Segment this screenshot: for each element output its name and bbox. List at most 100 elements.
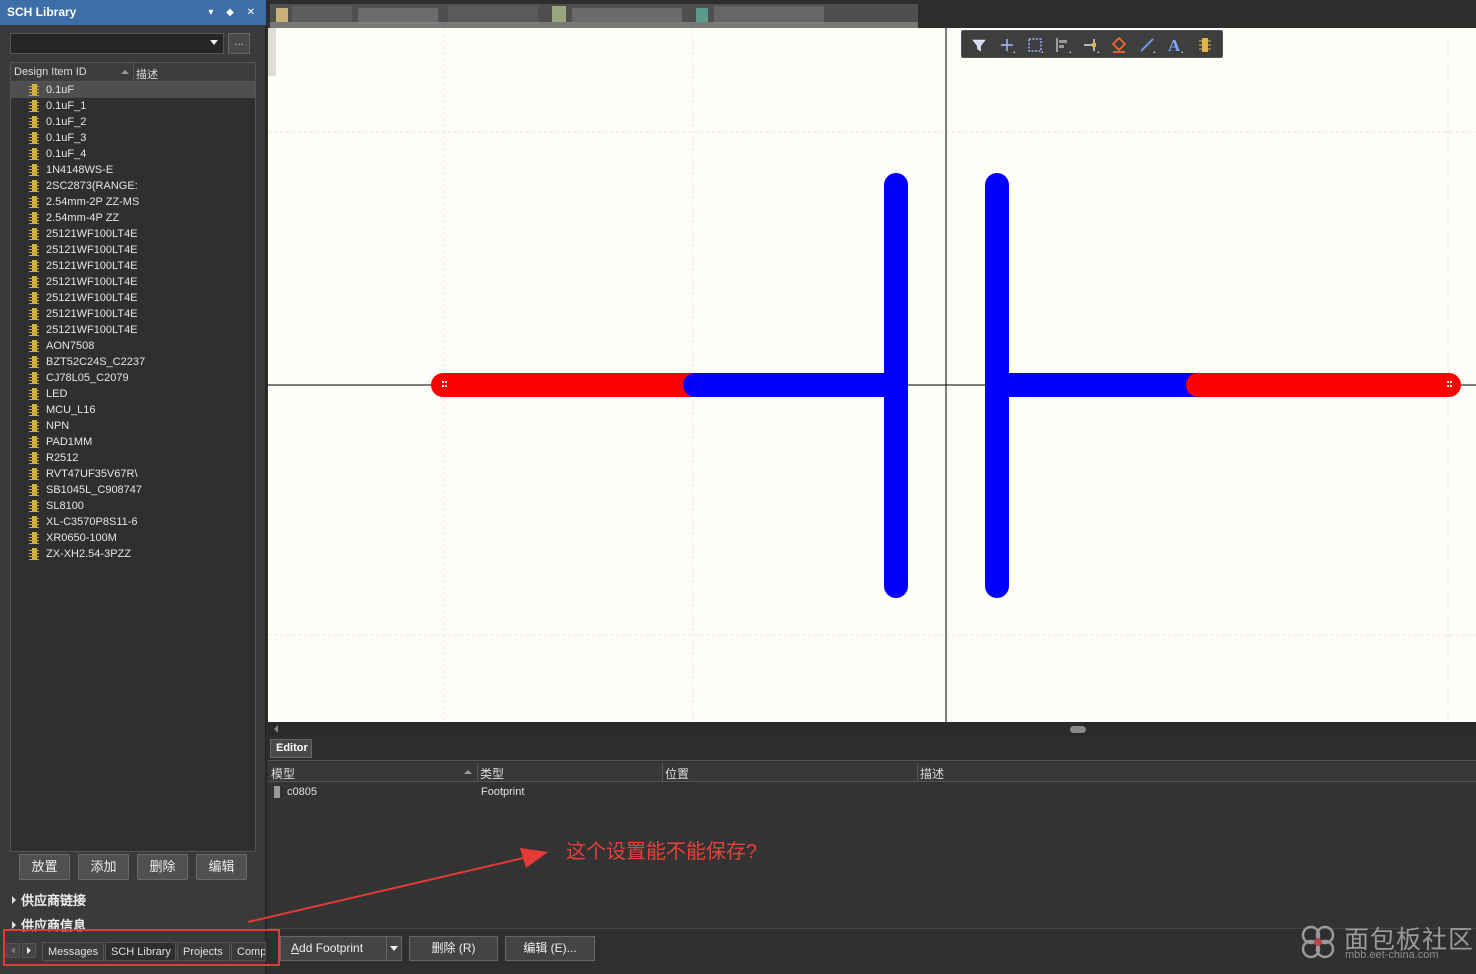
- section-supplier-links-label: 供应商链接: [21, 893, 87, 908]
- filter-browse-button[interactable]: ...: [228, 33, 250, 54]
- column-desc[interactable]: 描述: [136, 66, 158, 82]
- list-item[interactable]: RVT47UF35V67R\: [11, 466, 171, 482]
- list-item[interactable]: LED: [11, 386, 171, 402]
- delete-footprint-button[interactable]: 删除 (R): [409, 936, 498, 961]
- list-item-label: PAD1MM: [46, 436, 93, 448]
- list-item[interactable]: 25121WF100LT4E: [11, 322, 171, 338]
- component-icon[interactable]: [1195, 35, 1215, 55]
- list-item[interactable]: XL-C3570P8S11-6: [11, 514, 171, 530]
- panel-controls[interactable]: ▾ ◆ ✕: [208, 0, 260, 25]
- list-item-label: 2SC2873(RANGE:: [46, 180, 138, 192]
- column-design-item-id[interactable]: Design Item ID: [14, 66, 87, 78]
- list-item[interactable]: SB1045L_C908747: [11, 482, 171, 498]
- list-item-label: SB1045L_C908747: [46, 484, 143, 496]
- column-location[interactable]: 位置: [665, 765, 689, 782]
- list-header: Design Item ID 描述: [11, 63, 255, 82]
- list-item-label: 2.54mm-2P ZZ-MS: [46, 196, 140, 208]
- list-item[interactable]: 2.54mm-2P ZZ-MS: [11, 194, 171, 210]
- list-item[interactable]: BZT52C24S_C2237: [11, 354, 171, 370]
- list-item-label: BZT52C24S_C2237: [46, 356, 146, 368]
- panel-title: SCH Library: [7, 5, 77, 19]
- text-icon[interactable]: A: [1165, 35, 1185, 55]
- column-model[interactable]: 模型: [271, 765, 295, 782]
- list-item-label: 0.1uF_4: [46, 148, 87, 160]
- chevron-down-icon[interactable]: [210, 40, 218, 45]
- library-list[interactable]: Design Item ID 描述 0.1uF 0.1uF_1 0.1uF_2 0.1…: [10, 62, 256, 852]
- list-item-label: 0.1uF: [46, 84, 75, 96]
- schematic-canvas[interactable]: [268, 28, 1476, 722]
- list-item[interactable]: 25121WF100LT4E: [11, 290, 171, 306]
- list-item-label: ZX-XH2.54-3PZZ: [46, 548, 131, 560]
- align-icon[interactable]: [1053, 35, 1073, 55]
- list-item[interactable]: CJ78L05_C2079: [11, 370, 171, 386]
- list-item[interactable]: MCU_L16: [11, 402, 171, 418]
- canvas-horizontal-scrollbar[interactable]: [268, 722, 1476, 736]
- active-bar-toolbar: A: [961, 30, 1223, 58]
- column-type[interactable]: 类型: [480, 765, 504, 782]
- line-icon[interactable]: [1137, 35, 1157, 55]
- column-desc[interactable]: 描述: [920, 765, 944, 782]
- chevron-down-icon[interactable]: [386, 937, 401, 960]
- cross-icon[interactable]: [997, 35, 1017, 55]
- list-item[interactable]: R2512: [11, 450, 171, 466]
- component-icon: [29, 372, 39, 384]
- scroll-left-icon[interactable]: [274, 725, 278, 733]
- list-item-label: 25121WF100LT4E: [46, 276, 138, 288]
- component-icon: [29, 180, 39, 192]
- list-item[interactable]: 2.54mm-4P ZZ: [11, 210, 171, 226]
- select-rect-icon[interactable]: [1025, 35, 1045, 55]
- edit-button[interactable]: 编辑: [196, 854, 247, 880]
- list-item[interactable]: 2SC2873(RANGE:: [11, 178, 171, 194]
- list-item[interactable]: 1N4148WS-E: [11, 162, 171, 178]
- filter-icon[interactable]: [969, 35, 989, 55]
- add-footprint-button[interactable]: Add Footprint: [280, 936, 402, 961]
- filter-combo[interactable]: [10, 33, 224, 54]
- table-row[interactable]: c0805 Footprint: [268, 784, 1476, 800]
- component-icon: [29, 404, 39, 416]
- place-pin-icon[interactable]: [1081, 35, 1101, 55]
- list-item[interactable]: 25121WF100LT4E: [11, 274, 171, 290]
- list-item-label: SL8100: [46, 500, 84, 512]
- list-item[interactable]: SL8100: [11, 498, 171, 514]
- highlight-box: [3, 929, 280, 966]
- column-separator: [662, 763, 663, 782]
- list-item[interactable]: 0.1uF_3: [11, 130, 171, 146]
- expand-arrow-icon[interactable]: [12, 896, 16, 904]
- component-icon: [29, 196, 39, 208]
- place-button[interactable]: 放置: [19, 854, 70, 880]
- component-icon: [29, 340, 39, 352]
- component-icon: [29, 116, 39, 128]
- canvas-drawing: [268, 28, 1476, 722]
- list-item[interactable]: NPN: [11, 418, 171, 434]
- list-item[interactable]: XR0650-100M: [11, 530, 171, 546]
- add-button[interactable]: 添加: [78, 854, 129, 880]
- component-icon: [29, 148, 39, 160]
- list-item[interactable]: 25121WF100LT4E: [11, 306, 171, 322]
- paint-icon[interactable]: [1109, 35, 1129, 55]
- component-icon: [29, 548, 39, 560]
- component-icon: [29, 212, 39, 224]
- expand-arrow-icon[interactable]: [12, 921, 16, 929]
- editor-tab[interactable]: Editor: [270, 739, 312, 758]
- list-item-label: R2512: [46, 452, 79, 464]
- component-icon: [29, 244, 39, 256]
- list-item[interactable]: 25121WF100LT4E: [11, 226, 171, 242]
- component-icon: [29, 164, 39, 176]
- list-item[interactable]: AON7508: [11, 338, 171, 354]
- edit-footprint-button[interactable]: 编辑 (E)...: [505, 936, 595, 961]
- list-item-label: 0.1uF_3: [46, 132, 87, 144]
- list-item[interactable]: PAD1MM: [11, 434, 171, 450]
- section-supplier-links[interactable]: 供应商链接: [12, 890, 86, 909]
- list-item[interactable]: 0.1uF_2: [11, 114, 171, 130]
- list-item[interactable]: 0.1uF: [11, 82, 255, 98]
- delete-button[interactable]: 删除: [137, 854, 188, 880]
- list-item[interactable]: 0.1uF_4: [11, 146, 171, 162]
- list-item[interactable]: 25121WF100LT4E: [11, 258, 171, 274]
- list-item[interactable]: ZX-XH2.54-3PZZ: [11, 546, 171, 562]
- column-separator: [917, 763, 918, 782]
- footprint-icon: [272, 786, 282, 798]
- list-item[interactable]: 0.1uF_1: [11, 98, 171, 114]
- model-editor: 模型 类型 位置 描述 c0805 Footprint: [268, 760, 1476, 928]
- scrollbar-thumb[interactable]: [1070, 726, 1086, 733]
- list-item[interactable]: 25121WF100LT4E: [11, 242, 171, 258]
